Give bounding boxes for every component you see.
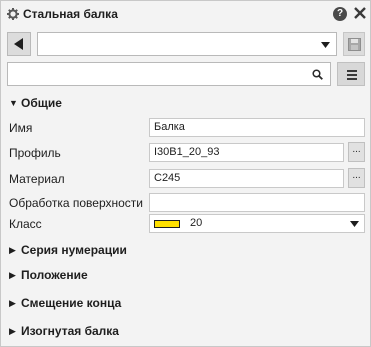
- finish-label: Обработка поверхности: [9, 196, 143, 210]
- profile-browse-button[interactable]: ...: [348, 142, 365, 162]
- arrow-left-icon: [14, 38, 23, 50]
- triangle-down-icon: ▼: [9, 98, 18, 108]
- save-button[interactable]: [343, 32, 365, 56]
- class-value: 20: [190, 217, 203, 229]
- class-label: Класс: [9, 217, 42, 231]
- section-end-offset-label: Смещение конца: [21, 296, 122, 310]
- menu-icon: [347, 70, 357, 72]
- name-field[interactable]: Балка: [149, 118, 365, 137]
- material-field[interactable]: C245: [149, 169, 344, 188]
- back-button[interactable]: [7, 32, 31, 56]
- section-numbering-header[interactable]: ▶ Серия нумерации: [9, 241, 127, 259]
- triangle-right-icon: ▶: [9, 325, 16, 336]
- material-browse-button[interactable]: ...: [348, 168, 365, 188]
- profile-label: Профиль: [9, 146, 61, 160]
- chevron-down-icon: [321, 42, 330, 48]
- section-general-header[interactable]: ▼ Общие: [9, 94, 62, 112]
- chevron-down-icon: [350, 221, 359, 227]
- search-input[interactable]: [7, 62, 331, 86]
- section-position-header[interactable]: ▶ Положение: [9, 266, 88, 284]
- class-color-swatch: [154, 220, 180, 228]
- save-icon: [348, 38, 361, 51]
- window-title: Стальная балка: [23, 7, 118, 21]
- title-bar: Стальная балка ?: [1, 1, 370, 28]
- finish-field[interactable]: [149, 193, 365, 212]
- name-label: Имя: [9, 121, 33, 135]
- preset-dropdown[interactable]: [37, 32, 337, 56]
- material-label: Материал: [9, 172, 65, 186]
- section-general-label: Общие: [21, 96, 62, 110]
- close-icon[interactable]: [353, 6, 367, 20]
- section-curved-beam-header[interactable]: ▶ Изогнутая балка: [9, 322, 119, 340]
- triangle-right-icon: ▶: [9, 297, 16, 308]
- triangle-right-icon: ▶: [9, 244, 16, 255]
- class-dropdown[interactable]: 20: [149, 214, 365, 233]
- help-button[interactable]: ?: [333, 7, 347, 21]
- section-numbering-label: Серия нумерации: [21, 243, 127, 257]
- section-end-offset-header[interactable]: ▶ Смещение конца: [9, 294, 121, 312]
- gear-icon: [7, 8, 19, 20]
- section-position-label: Положение: [21, 268, 88, 282]
- properties-panel: Стальная балка ? ▼ Общие Имя Балка Профи…: [0, 0, 371, 347]
- profile-field[interactable]: I30B1_20_93: [149, 143, 344, 162]
- triangle-right-icon: ▶: [9, 269, 16, 280]
- section-curved-beam-label: Изогнутая балка: [21, 324, 119, 338]
- search-icon: [312, 69, 323, 80]
- menu-button[interactable]: [337, 62, 365, 86]
